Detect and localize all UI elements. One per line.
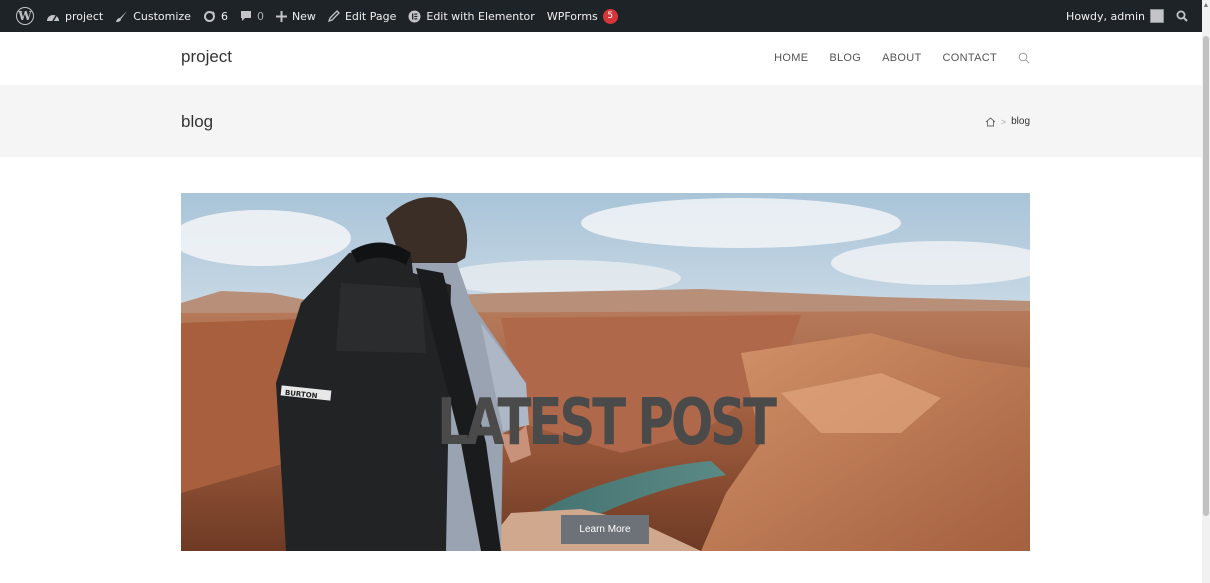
site-title[interactable]: project bbox=[181, 47, 232, 67]
howdy-label: Howdy, admin bbox=[1066, 9, 1145, 23]
home-icon[interactable] bbox=[985, 116, 996, 127]
breadcrumb-separator-icon: > bbox=[1000, 116, 1007, 127]
nav-item-home[interactable]: HOME bbox=[774, 52, 808, 64]
updates-icon bbox=[203, 10, 215, 22]
main-navigation: HOME BLOG ABOUT CONTACT bbox=[774, 52, 1030, 64]
breadcrumb-current: blog bbox=[1011, 116, 1030, 127]
admin-wpforms-label: WPForms bbox=[546, 9, 598, 23]
page-scrollbar[interactable]: ▲ bbox=[1202, 0, 1210, 583]
wordpress-logo-icon: W bbox=[16, 7, 34, 25]
avatar bbox=[1150, 9, 1164, 23]
admin-customize-label: Customize bbox=[133, 9, 191, 23]
learn-more-button[interactable]: Learn More bbox=[561, 515, 649, 544]
search-icon bbox=[1176, 10, 1188, 22]
admin-updates[interactable]: 6 bbox=[197, 0, 234, 32]
admin-bar-left: W project Customize 6 0 New Edit Page Ed… bbox=[10, 0, 624, 32]
nav-item-about[interactable]: ABOUT bbox=[882, 52, 921, 64]
nav-item-blog[interactable]: BLOG bbox=[829, 52, 861, 64]
breadcrumb: > blog bbox=[985, 116, 1030, 127]
page-title: blog bbox=[181, 112, 214, 131]
admin-new[interactable]: New bbox=[270, 0, 322, 32]
hero-background-image: BURTON bbox=[181, 193, 1030, 551]
admin-account-menu[interactable]: Howdy, admin bbox=[1060, 0, 1170, 32]
nav-item-contact[interactable]: CONTACT bbox=[943, 52, 997, 64]
admin-bar: W project Customize 6 0 New Edit Page Ed… bbox=[0, 0, 1202, 32]
hero-banner: BURTON LATEST POST Learn More bbox=[181, 193, 1030, 551]
nav-search-icon[interactable] bbox=[1018, 52, 1030, 64]
admin-site-name[interactable]: project bbox=[40, 0, 109, 32]
hero-title: LATEST POST bbox=[437, 386, 777, 460]
elementor-icon bbox=[408, 10, 421, 22]
admin-edit-page-label: Edit Page bbox=[344, 9, 397, 23]
admin-site-name-label: project bbox=[65, 9, 104, 23]
admin-bar-right: Howdy, admin bbox=[1060, 0, 1194, 32]
admin-edit-elementor-label: Edit with Elementor bbox=[426, 9, 535, 23]
scroll-up-arrow-icon[interactable]: ▲ bbox=[1202, 2, 1210, 10]
comment-icon bbox=[240, 11, 251, 21]
admin-wpforms[interactable]: WPForms 5 bbox=[541, 0, 624, 32]
admin-comments[interactable]: 0 bbox=[234, 0, 270, 32]
plus-icon bbox=[275, 10, 287, 22]
site-header: project HOME BLOG ABOUT CONTACT bbox=[0, 32, 1202, 85]
admin-search[interactable] bbox=[1170, 0, 1194, 32]
admin-updates-count: 6 bbox=[220, 9, 228, 23]
wpforms-badge: 5 bbox=[602, 8, 618, 24]
dashboard-icon bbox=[47, 15, 59, 22]
page-title-band: blog > blog bbox=[0, 85, 1202, 157]
admin-customize[interactable]: Customize bbox=[109, 0, 197, 32]
wp-logo-menu[interactable]: W bbox=[10, 0, 40, 32]
admin-new-label: New bbox=[291, 9, 316, 23]
admin-edit-elementor[interactable]: Edit with Elementor bbox=[402, 0, 540, 32]
pencil-icon bbox=[327, 10, 340, 22]
admin-edit-page[interactable]: Edit Page bbox=[322, 0, 402, 32]
brush-icon bbox=[116, 10, 128, 22]
admin-comments-count: 0 bbox=[256, 9, 264, 23]
scrollbar-thumb[interactable] bbox=[1203, 36, 1209, 516]
